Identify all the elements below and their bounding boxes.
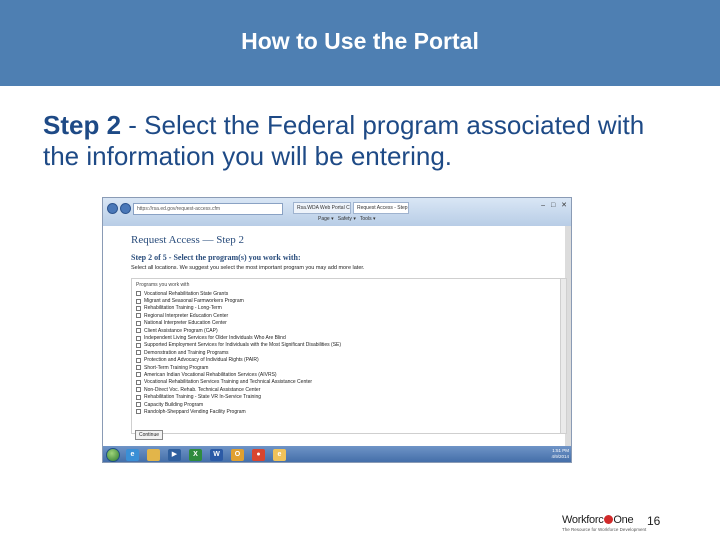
- workforce-one-logo: Workforc One The Resource for Workforce D…: [562, 514, 647, 536]
- start-button-icon[interactable]: [106, 448, 120, 462]
- program-list-header: Programs you work with: [136, 282, 190, 288]
- folder-icon[interactable]: [147, 449, 160, 461]
- media-player-icon[interactable]: ▶: [168, 449, 181, 461]
- logo-wordmark: Workforc One: [562, 514, 634, 526]
- program-label: Protection and Advocacy of Individual Ri…: [144, 357, 259, 364]
- program-label: Regional Interpreter Education Center: [144, 312, 229, 319]
- program-checkbox[interactable]: [136, 335, 141, 341]
- program-label: National Interpreter Education Center: [144, 320, 227, 327]
- program-item[interactable]: Short-Term Training Program: [136, 364, 562, 371]
- program-checkbox[interactable]: [136, 298, 141, 304]
- title-band: How to Use the Portal: [0, 0, 720, 86]
- program-checkbox[interactable]: [136, 328, 141, 334]
- program-label: American Indian Vocational Rehabilitatio…: [144, 371, 277, 378]
- program-checkbox[interactable]: [136, 365, 141, 371]
- program-item[interactable]: Randolph-Sheppard Vending Facility Progr…: [136, 408, 562, 415]
- program-item[interactable]: Vocational Rehabilitation Services Train…: [136, 379, 562, 386]
- page-menu[interactable]: Page ▾: [318, 216, 334, 222]
- browser-toolbar: Page ▾ Safety ▾ Tools ▾: [103, 216, 571, 226]
- program-checkbox[interactable]: [136, 409, 141, 415]
- safety-menu[interactable]: Safety ▾: [338, 216, 356, 222]
- program-checkbox[interactable]: [136, 320, 141, 326]
- forward-icon[interactable]: [120, 203, 131, 214]
- word-icon[interactable]: W: [210, 449, 223, 461]
- clock-date: 4/9/2014: [551, 454, 569, 459]
- program-label: Demonstration and Training Programs: [144, 349, 229, 356]
- browser-tab-request-access[interactable]: Request Access - Step 2: [353, 202, 409, 214]
- program-checkbox[interactable]: [136, 350, 141, 356]
- program-item[interactable]: Capacity Building Program: [136, 401, 562, 408]
- program-list-scrollbar[interactable]: [560, 279, 566, 433]
- form-instructions: Select all locations. We suggest you sel…: [131, 265, 365, 271]
- logo-e-icon: [603, 515, 613, 524]
- program-checkbox[interactable]: [136, 387, 141, 393]
- program-checkbox[interactable]: [136, 357, 141, 363]
- browser-screenshot: https://rsa.ed.gov/request-access.cfm Rs…: [102, 197, 572, 463]
- program-label: Migrant and Seasonal Farmworkers Program: [144, 298, 244, 305]
- program-checkbox[interactable]: [136, 394, 141, 400]
- program-checkbox[interactable]: [136, 342, 141, 348]
- program-label: Client Assistance Program (CAP): [144, 327, 218, 334]
- program-item[interactable]: Protection and Advocacy of Individual Ri…: [136, 357, 562, 364]
- program-label: Rehabilitation Training - State VR In-Se…: [144, 394, 262, 401]
- program-label: Vocational Rehabilitation State Grants: [144, 290, 229, 297]
- program-label: Independent Living Services for Older In…: [144, 335, 286, 342]
- internet-explorer-icon[interactable]: e: [126, 449, 139, 461]
- browser-chrome: https://rsa.ed.gov/request-access.cfm Rs…: [103, 198, 571, 226]
- program-checkbox[interactable]: [136, 291, 141, 297]
- outlook-icon[interactable]: O: [231, 449, 244, 461]
- step-description: - Select the Federal program associated …: [43, 110, 645, 171]
- program-label: Rehabilitation Training - Long-Term: [144, 305, 222, 312]
- continue-button[interactable]: Continue: [135, 430, 163, 440]
- taskbar: e ▶ X W O ● e 1:51 PM 4/9/2014: [103, 446, 571, 462]
- slide-title: How to Use the Portal: [241, 28, 479, 54]
- form-heading: Request Access — Step 2: [131, 234, 245, 246]
- program-checkbox[interactable]: [136, 372, 141, 378]
- browser-tab-portal[interactable]: Rsa.WDA Web Portal Co...: [293, 202, 351, 214]
- program-item[interactable]: Demonstration and Training Programs: [136, 349, 562, 356]
- program-item[interactable]: Rehabilitation Training - Long-Term: [136, 305, 562, 312]
- program-list: Programs you work with Vocational Rehabi…: [131, 278, 567, 434]
- request-access-form: Request Access — Step 2 Step 2 of 5 - Se…: [131, 234, 567, 434]
- program-checkbox[interactable]: [136, 313, 141, 319]
- form-subheading: Step 2 of 5 - Select the program(s) you …: [131, 253, 301, 262]
- internet-explorer-2-icon[interactable]: e: [273, 449, 286, 461]
- window-controls[interactable]: – □ ✕: [541, 201, 569, 209]
- logo-word-left: Workforc: [562, 514, 604, 526]
- program-item[interactable]: National Interpreter Education Center: [136, 320, 562, 327]
- program-item[interactable]: Rehabilitation Training - State VR In-Se…: [136, 393, 562, 400]
- chrome-icon[interactable]: ●: [252, 449, 265, 461]
- program-label: Randolph-Sheppard Vending Facility Progr…: [144, 408, 246, 415]
- program-label: Non-Direct Voc. Rehab. Technical Assista…: [144, 386, 261, 393]
- program-item[interactable]: Regional Interpreter Education Center: [136, 312, 562, 319]
- tools-menu[interactable]: Tools ▾: [360, 216, 376, 222]
- excel-icon[interactable]: X: [189, 449, 202, 461]
- program-item[interactable]: Independent Living Services for Older In…: [136, 334, 562, 341]
- program-item[interactable]: Supported Employment Services for Indivi…: [136, 342, 562, 349]
- program-label: Capacity Building Program: [144, 401, 204, 408]
- system-tray-clock[interactable]: 1:51 PM 4/9/2014: [551, 448, 569, 460]
- program-checkbox[interactable]: [136, 379, 141, 385]
- program-checkbox[interactable]: [136, 305, 141, 311]
- program-label: Short-Term Training Program: [144, 364, 209, 371]
- logo-tagline: The Resource for Workforce Development: [562, 527, 647, 532]
- logo-word-right: One: [613, 514, 634, 526]
- address-bar[interactable]: https://rsa.ed.gov/request-access.cfm: [133, 203, 283, 215]
- program-item[interactable]: Client Assistance Program (CAP): [136, 327, 562, 334]
- back-icon[interactable]: [107, 203, 118, 214]
- program-item[interactable]: Non-Direct Voc. Rehab. Technical Assista…: [136, 386, 562, 393]
- program-item[interactable]: American Indian Vocational Rehabilitatio…: [136, 371, 562, 378]
- program-label: Supported Employment Services for Indivi…: [144, 342, 342, 349]
- step-number: Step 2: [43, 110, 122, 140]
- program-checkbox[interactable]: [136, 402, 141, 408]
- program-item[interactable]: Migrant and Seasonal Farmworkers Program: [136, 297, 562, 304]
- program-label: Vocational Rehabilitation Services Train…: [144, 379, 313, 386]
- program-item[interactable]: Vocational Rehabilitation State Grants: [136, 290, 562, 297]
- program-items: Vocational Rehabilitation State Grants Mi…: [136, 290, 562, 416]
- page-number: 16: [647, 514, 661, 528]
- step-instruction: Step 2 - Select the Federal program asso…: [43, 110, 683, 172]
